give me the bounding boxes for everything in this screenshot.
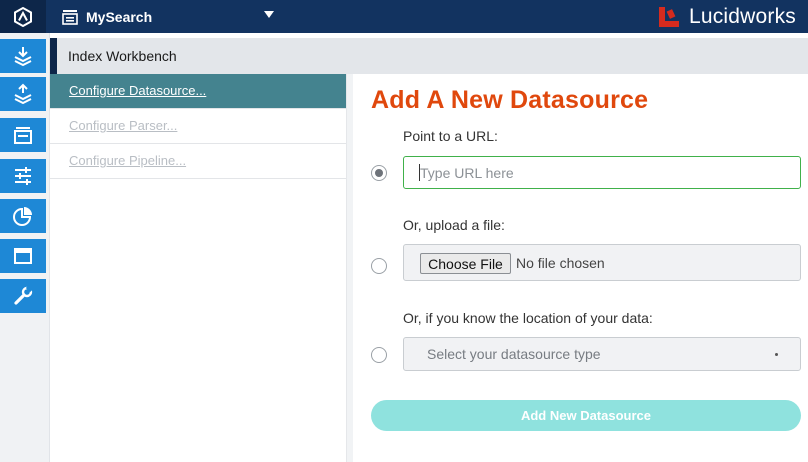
analytics-icon [13,207,32,226]
form-title: Add A New Datasource [371,86,649,114]
add-new-datasource-button[interactable]: Add New Datasource [371,400,801,431]
pipelines-button[interactable] [0,159,46,193]
fusion-logo-icon [14,6,32,27]
url-input[interactable] [403,156,801,189]
url-option-label: Point to a URL: [403,128,498,144]
step-configure-parser[interactable]: Configure Parser... [50,109,346,144]
system-tools-button[interactable] [0,279,46,313]
file-upload-field: Choose File No file chosen [403,244,801,281]
step-configure-datasource[interactable]: Configure Datasource... [50,74,346,109]
upload-option-label: Or, upload a file: [403,217,505,233]
workbench-header: Index Workbench [50,38,808,74]
header-accent [50,38,57,74]
location-option-label: Or, if you know the location of your dat… [403,310,653,326]
query-workbench-icon [14,83,32,105]
brand: Lucidworks [657,0,796,33]
app-studio-button[interactable] [0,239,46,273]
url-option-radio[interactable] [371,165,387,181]
datasource-type-placeholder: Select your datasource type [427,346,601,362]
collections-icon [14,127,32,144]
chevron-down-icon[interactable] [264,11,274,18]
app-name: MySearch [86,8,153,25]
text-cursor [419,164,420,181]
step-configure-pipeline[interactable]: Configure Pipeline... [50,144,346,179]
index-workbench-icon [14,47,32,67]
app-selector[interactable]: MySearch [62,0,152,33]
analytics-button[interactable] [0,199,46,233]
home-logo-button[interactable] [0,0,46,33]
collections-button[interactable] [0,118,46,152]
panel-divider [347,74,353,462]
step-navigation: Configure Datasource... Configure Parser… [50,74,347,462]
choose-file-button[interactable]: Choose File [420,253,511,274]
system-tools-icon [14,285,33,305]
no-file-text: No file chosen [516,255,605,271]
page-title: Index Workbench [68,48,177,64]
database-stack-icon [62,9,78,25]
pipelines-icon [15,167,31,185]
app-studio-icon [14,248,32,264]
icon-rail [0,33,50,462]
brand-name: Lucidworks [688,4,796,28]
dropdown-indicator-icon [775,353,778,356]
query-workbench-button[interactable] [0,77,46,111]
top-bar: MySearch Lucidworks [0,0,808,33]
datasource-type-select[interactable]: Select your datasource type [403,337,801,371]
upload-option-radio[interactable] [371,258,387,274]
location-option-radio[interactable] [371,347,387,363]
lucidworks-mark-icon [658,6,679,27]
index-workbench-button[interactable] [0,39,46,73]
